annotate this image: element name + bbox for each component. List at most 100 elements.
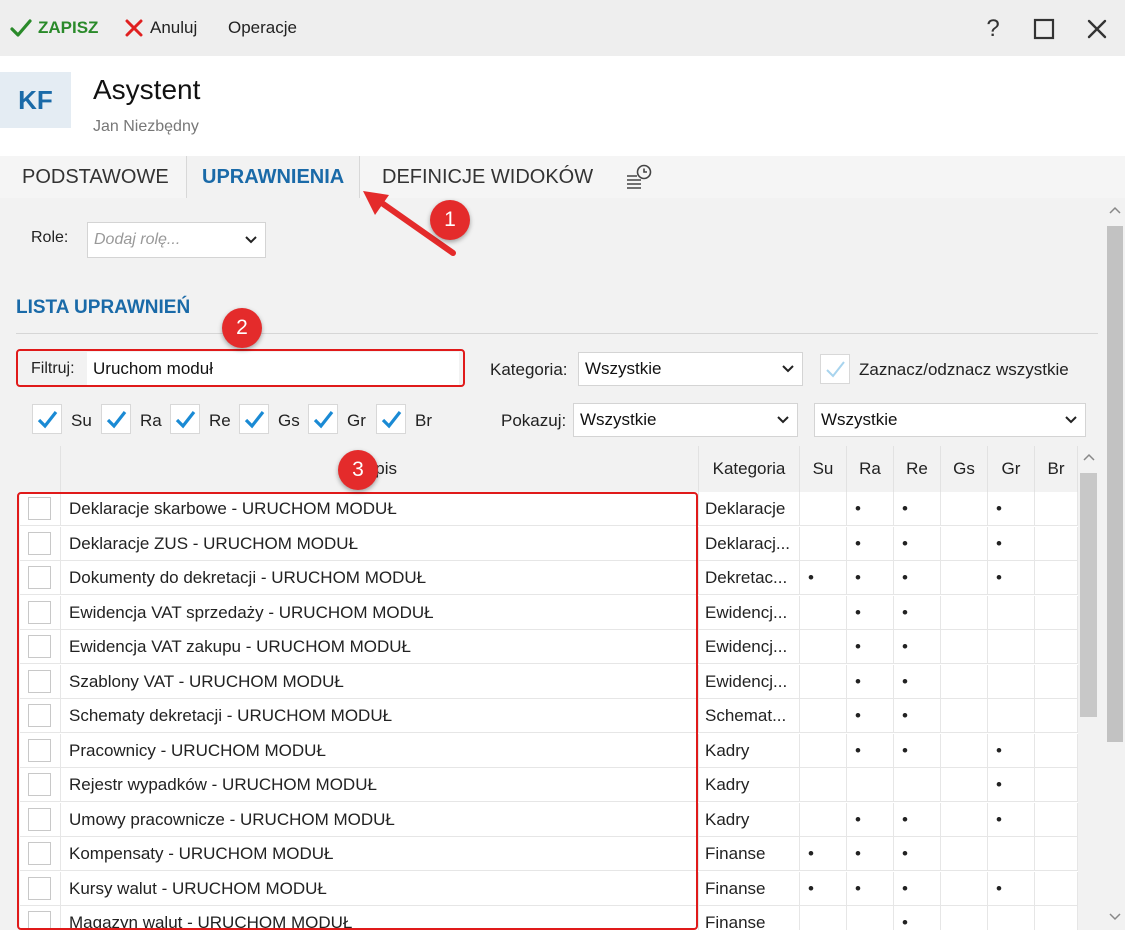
cell-su: • bbox=[800, 871, 847, 906]
cell-br bbox=[1035, 526, 1078, 561]
cell-re: • bbox=[894, 837, 941, 871]
checkmark-icon bbox=[10, 19, 32, 37]
roles-select[interactable]: Dodaj rolę... bbox=[87, 222, 266, 258]
save-label: ZAPISZ bbox=[38, 18, 99, 37]
annotation-badge-3: 3 bbox=[338, 450, 378, 490]
select-all-checkbox[interactable] bbox=[820, 354, 850, 384]
show-select-1[interactable]: Wszystkie bbox=[573, 403, 798, 437]
save-button[interactable]: ZAPISZ bbox=[10, 14, 98, 42]
grid-header-br[interactable]: Br bbox=[1035, 446, 1078, 492]
close-window-button[interactable] bbox=[1082, 14, 1112, 44]
chevron-down-icon[interactable] bbox=[1108, 912, 1122, 922]
cell-kategoria: Finanse bbox=[699, 871, 800, 906]
tab-bar: PODSTAWOWE UPRAWNIENIA DEFINICJE WIDOKÓW bbox=[0, 156, 1125, 198]
annotation-box-filter bbox=[16, 349, 465, 387]
cell-gr bbox=[988, 664, 1035, 699]
tab-podstawowe[interactable]: PODSTAWOWE bbox=[22, 156, 169, 198]
annotation-box-list bbox=[17, 492, 698, 930]
cell-br bbox=[1035, 906, 1078, 930]
role-checkbox-su[interactable] bbox=[32, 404, 62, 434]
cell-re: • bbox=[894, 526, 941, 561]
operations-label: Operacje bbox=[228, 18, 297, 37]
cell-re: • bbox=[894, 561, 941, 595]
cell-su bbox=[800, 664, 847, 699]
grid-header-opis[interactable]: Opis bbox=[61, 446, 699, 492]
chevron-up-icon[interactable] bbox=[1108, 205, 1122, 215]
cell-gr: • bbox=[988, 492, 1035, 526]
grid-header-select[interactable] bbox=[20, 446, 61, 492]
grid-header-gs[interactable]: Gs bbox=[941, 446, 988, 492]
cell-br bbox=[1035, 802, 1078, 837]
checkmark-icon bbox=[313, 411, 334, 429]
grid-header-label: Gs bbox=[953, 459, 975, 478]
category-label: Kategoria: bbox=[490, 360, 568, 379]
show-select-2[interactable]: Wszystkie bbox=[814, 403, 1086, 437]
cell-su: • bbox=[800, 561, 847, 595]
cell-gr: • bbox=[988, 802, 1035, 837]
cell-ra: • bbox=[847, 630, 894, 664]
cell-ra: • bbox=[847, 664, 894, 699]
cell-br bbox=[1035, 561, 1078, 595]
cell-re: • bbox=[894, 492, 941, 526]
grid-header-label: Su bbox=[812, 459, 834, 478]
cell-kategoria: Dekretac... bbox=[699, 561, 800, 595]
cell-kategoria: Kadry bbox=[699, 768, 800, 802]
grid-header-ra[interactable]: Ra bbox=[847, 446, 894, 492]
cell-gs bbox=[941, 768, 988, 802]
grid-header-kategoria[interactable]: Kategoria bbox=[699, 446, 800, 492]
select-all-label: Zaznacz/odznacz wszystkie bbox=[859, 360, 1069, 379]
role-checkbox-ra[interactable] bbox=[101, 404, 131, 434]
role-checkbox-re[interactable] bbox=[170, 404, 200, 434]
tab-uprawnienia[interactable]: UPRAWNIENIA bbox=[186, 156, 361, 198]
cell-ra: • bbox=[847, 699, 894, 733]
grid-header-gr[interactable]: Gr bbox=[988, 446, 1035, 492]
operations-menu[interactable]: Operacje bbox=[228, 14, 297, 42]
cell-gr: • bbox=[988, 768, 1035, 802]
permissions-panel: Role: Dodaj rolę... LISTA UPRAWNIEŃ Filt… bbox=[0, 198, 1125, 930]
checkmark-icon bbox=[175, 411, 196, 429]
cell-gr: • bbox=[988, 733, 1035, 768]
cell-kategoria: Kadry bbox=[699, 802, 800, 837]
cell-su bbox=[800, 630, 847, 664]
cell-gs bbox=[941, 837, 988, 871]
grid-header-label: Kategoria bbox=[712, 459, 786, 478]
chevron-up-icon[interactable] bbox=[1082, 452, 1096, 462]
cell-gr: • bbox=[988, 871, 1035, 906]
cancel-button[interactable]: Anuluj bbox=[124, 14, 197, 42]
help-button[interactable]: ? bbox=[978, 14, 1008, 44]
grid-header-re[interactable]: Re bbox=[894, 446, 941, 492]
cell-su bbox=[800, 768, 847, 802]
category-select[interactable]: Wszystkie bbox=[578, 352, 803, 386]
cell-br bbox=[1035, 492, 1078, 526]
checkmark-icon bbox=[826, 361, 845, 378]
cell-re: • bbox=[894, 664, 941, 699]
cell-kategoria: Deklaracje bbox=[699, 492, 800, 526]
grid-header-su[interactable]: Su bbox=[800, 446, 847, 492]
tab-history[interactable] bbox=[625, 156, 653, 198]
role-checkbox-br[interactable] bbox=[376, 404, 406, 434]
cell-br bbox=[1035, 630, 1078, 664]
role-checkbox-gs[interactable] bbox=[239, 404, 269, 434]
cell-ra: • bbox=[847, 526, 894, 561]
cell-gs bbox=[941, 733, 988, 768]
close-x-icon bbox=[125, 19, 143, 37]
grid-scrollbar-thumb[interactable] bbox=[1080, 473, 1097, 717]
maximize-button[interactable] bbox=[1029, 14, 1059, 44]
role-checkbox-gr[interactable] bbox=[308, 404, 338, 434]
cell-su bbox=[800, 733, 847, 768]
cell-kategoria: Deklaracj... bbox=[699, 526, 800, 561]
window-scrollbar-thumb[interactable] bbox=[1107, 226, 1123, 742]
cell-ra: • bbox=[847, 561, 894, 595]
show-label: Pokazuj: bbox=[501, 411, 567, 430]
role-checkbox-label: Ra bbox=[140, 411, 162, 430]
checkmark-icon bbox=[381, 411, 402, 429]
role-checkbox-label: Gs bbox=[278, 411, 300, 430]
cell-gr bbox=[988, 837, 1035, 871]
avatar: KF bbox=[0, 72, 71, 128]
maximize-icon bbox=[1033, 18, 1055, 40]
roles-label: Role: bbox=[31, 229, 69, 246]
annotation-badge-2: 2 bbox=[222, 308, 262, 348]
help-label: ? bbox=[986, 15, 1000, 42]
role-checkbox-label: Gr bbox=[347, 411, 366, 430]
cell-gs bbox=[941, 906, 988, 930]
